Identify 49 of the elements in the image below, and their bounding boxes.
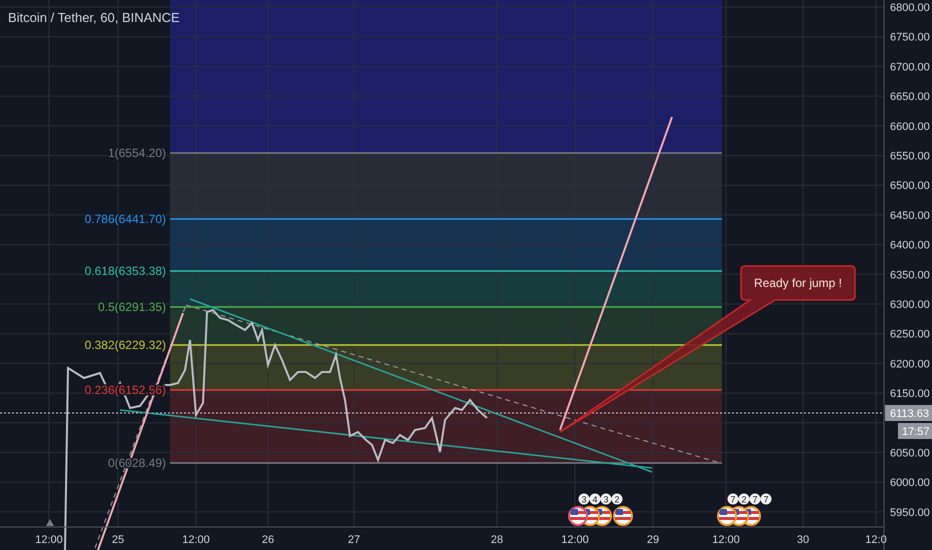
price-axis-label: 6600.00 [890, 120, 930, 133]
time-axis-label: 12:0 [865, 534, 887, 546]
callout-text: Ready for jump ! [754, 276, 842, 290]
time-axis-label: 30 [796, 534, 810, 546]
price-axis-label: 6550.00 [890, 150, 930, 162]
event-count: 7 [730, 494, 736, 504]
price-axis-label: 6050.00 [890, 448, 930, 460]
event-count: 7 [764, 494, 768, 504]
price-axis-label: 6300.00 [890, 299, 930, 311]
event-count: 3 [582, 494, 586, 504]
event-count: 7 [752, 494, 758, 504]
time-axis-label: 12:00 [35, 534, 63, 546]
fib-level-label: 0.786(6441.70) [84, 212, 166, 226]
price-axis-label: 6400.00 [890, 240, 930, 252]
event-count: 4 [592, 494, 598, 504]
marker-icon [46, 519, 54, 526]
price-axis-label: 6200.00 [890, 358, 930, 370]
event-count: 2 [614, 494, 620, 504]
price-axis-label: 6750.00 [890, 32, 930, 44]
price-axis-label: 6650.00 [890, 91, 930, 104]
time-axis-label: 12:00 [712, 534, 740, 546]
price-axis-label: 5950.00 [890, 506, 930, 519]
price-axis-label: 6500.00 [890, 180, 930, 192]
chart-title: Bitcoin / Tether, 60, BINANCE [8, 10, 180, 25]
time-axis-label: 28 [490, 534, 504, 546]
time-axis-label: 25 [112, 534, 124, 546]
event-count: 2 [742, 494, 746, 504]
event-count: 3 [604, 494, 608, 504]
fib-level-label: 0.382(6229.32) [84, 338, 166, 352]
flag-icon[interactable] [613, 506, 633, 526]
flag-stack-icon[interactable] [568, 506, 612, 526]
fib-level-label: 0.5(6291.35) [98, 300, 166, 314]
time-axis-label: 26 [262, 534, 274, 546]
price-axis-label: 6450.00 [890, 210, 930, 222]
time-axis-label: 29 [646, 534, 660, 546]
price-axis-label: 6800.00 [890, 2, 930, 14]
time-axis-label: 12:00 [182, 534, 210, 546]
flag-stack-icon[interactable] [717, 506, 761, 526]
time-axis-label: 12:00 [561, 534, 589, 546]
price-axis-label: 6000.00 [890, 477, 930, 490]
price-axis-label: 6150.00 [890, 388, 930, 400]
last-price-tag: 6113.63 [885, 405, 932, 421]
price-axis-label: 6700.00 [890, 61, 930, 74]
fib-level-label: 1(6554.20) [108, 146, 166, 160]
price-axis-label: 6350.00 [890, 269, 930, 282]
countdown-tag: 17:57 [898, 423, 932, 439]
price-axis-label: 6250.00 [890, 328, 930, 341]
fib-level-label: 0.618(6353.38) [84, 264, 166, 278]
time-axis-label: 27 [348, 534, 360, 546]
